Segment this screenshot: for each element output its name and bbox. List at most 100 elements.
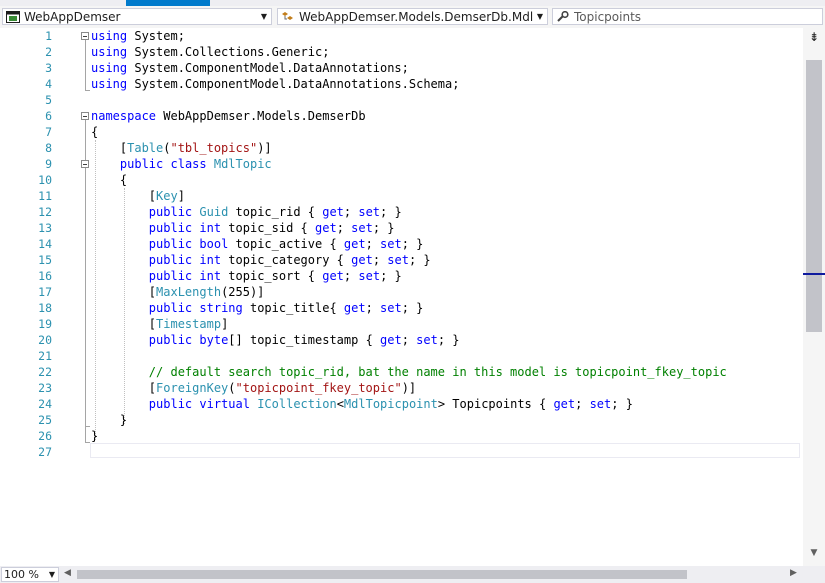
code-text[interactable]: using System; using System.Collections.Ge…: [91, 28, 727, 460]
code-token: ;: [365, 301, 381, 315]
code-line[interactable]: namespace WebAppDemser.Models.DemserDb: [91, 108, 727, 124]
scroll-left-arrow-icon[interactable]: ◀: [64, 568, 76, 580]
class-dropdown-label: WebAppDemser.Models.DemserDb.MdlTopic: [299, 9, 533, 24]
code-line[interactable]: // default search topic_rid, bat the nam…: [91, 364, 727, 380]
code-editor[interactable]: 1 2 3 4 5 6 7 8 9 10 11 12 13 14 15 16 17 18 19 20 21 22 23 24 2…: [0, 28, 803, 566]
code-line[interactable]: [MaxLength(255)]: [91, 284, 727, 300]
code-token: get: [553, 397, 576, 411]
code-token: public: [148, 269, 193, 283]
code-line[interactable]: {: [91, 172, 727, 188]
line-number: 25: [38, 413, 52, 427]
code-token: ; }: [401, 237, 424, 251]
vertical-scrollbar[interactable]: ⇟ ▼: [803, 28, 825, 566]
code-line[interactable]: public string topic_title{ get; set; }: [91, 300, 727, 316]
code-line[interactable]: public int topic_sort { get; set; }: [91, 268, 727, 284]
code-token: <: [336, 397, 344, 411]
code-line[interactable]: }: [91, 412, 727, 428]
collapse-icon[interactable]: [81, 112, 89, 120]
code-line[interactable]: using System.ComponentModel.DataAnnotati…: [91, 76, 727, 92]
code-token: bool: [199, 237, 229, 251]
zoom-level: 100 %: [4, 568, 39, 581]
code-token: public: [148, 333, 193, 347]
code-line[interactable]: [91, 92, 727, 108]
code-token: MdlTopicpoint: [343, 397, 438, 411]
code-token: class: [170, 157, 207, 171]
code-token: get: [322, 269, 344, 283]
code-line[interactable]: [91, 348, 727, 364]
code-token: get: [380, 333, 402, 347]
code-token: set: [416, 333, 438, 347]
code-line[interactable]: public bool topic_active { get; set; }: [91, 236, 727, 252]
class-icon: [282, 11, 293, 20]
scroll-right-arrow-icon[interactable]: ▶: [790, 568, 802, 580]
code-token: topic_title{: [242, 301, 344, 315]
code-token: string: [199, 301, 243, 315]
code-token: }: [91, 413, 128, 427]
code-line[interactable]: [Timestamp]: [91, 316, 727, 332]
code-line[interactable]: public int topic_category { get; set; }: [91, 252, 727, 268]
code-token: WebAppDemser.Models.DemserDb: [156, 109, 366, 123]
code-line[interactable]: using System.ComponentModel.DataAnnotati…: [91, 60, 727, 76]
code-token: ; }: [611, 397, 633, 411]
code-token: public: [148, 205, 193, 219]
code-token: ;: [372, 253, 388, 267]
code-token: ; }: [372, 221, 395, 235]
collapse-icon[interactable]: [81, 160, 89, 168]
code-token: set: [589, 397, 612, 411]
code-token: ;: [575, 397, 590, 411]
csharp-project-icon: [6, 10, 20, 23]
code-token: int: [199, 221, 222, 235]
member-dropdown-label: Topicpoints: [574, 9, 642, 24]
code-line[interactable]: [91, 444, 727, 460]
code-line[interactable]: public virtual ICollection<MdlTopicpoint…: [91, 396, 727, 412]
code-token: ; }: [380, 205, 402, 219]
code-token: ; }: [380, 269, 402, 283]
member-dropdown[interactable]: Topicpoints: [552, 8, 823, 25]
line-number: 21: [38, 349, 52, 363]
code-line[interactable]: using System;: [91, 28, 727, 44]
code-line[interactable]: [ForeignKey("topicpoint_fkey_topic")]: [91, 380, 727, 396]
outlining-margin: [78, 28, 90, 468]
code-line[interactable]: public byte[] topic_timestamp { get; set…: [91, 332, 727, 348]
code-token: ;: [343, 205, 359, 219]
project-dropdown[interactable]: WebAppDemser ▼: [2, 8, 272, 25]
code-token: System.Collections.Generic;: [127, 45, 330, 59]
split-window-icon[interactable]: ⇟: [807, 30, 821, 44]
horizontal-scroll-thumb[interactable]: [77, 570, 687, 579]
code-token: {: [91, 173, 128, 187]
vertical-scroll-thumb[interactable]: [806, 60, 822, 332]
code-line[interactable]: }: [91, 428, 727, 444]
class-dropdown[interactable]: WebAppDemser.Models.DemserDb.MdlTopic ▼: [277, 8, 548, 25]
line-number: 6: [45, 109, 52, 123]
outline-line: [85, 168, 86, 426]
code-token: virtual: [199, 397, 250, 411]
code-token: topic_sid {: [221, 221, 315, 235]
line-number: 24: [38, 397, 52, 411]
chevron-down-icon: ▼: [48, 570, 56, 579]
code-token: topic_category {: [221, 253, 352, 267]
line-number: 26: [38, 429, 52, 443]
code-line[interactable]: [Table("tbl_topics")]: [91, 140, 727, 156]
code-token: ]: [221, 317, 229, 331]
code-line[interactable]: [Key]: [91, 188, 727, 204]
code-line[interactable]: public class MdlTopic: [91, 156, 727, 172]
bottom-bar: 100 % ▼ ◀ ▶: [0, 566, 825, 583]
code-line[interactable]: {: [91, 124, 727, 140]
code-token: [] topic_timestamp {: [228, 333, 381, 347]
scroll-down-arrow-icon[interactable]: ▼: [807, 548, 821, 562]
code-line[interactable]: using System.Collections.Generic;: [91, 44, 727, 60]
collapse-icon[interactable]: [81, 32, 89, 40]
code-token: )]: [401, 381, 417, 395]
zoom-dropdown[interactable]: 100 % ▼: [1, 567, 59, 582]
code-token: Timestamp: [156, 317, 222, 331]
outline-end: [85, 90, 90, 91]
code-line[interactable]: public int topic_sid { get; set; }: [91, 220, 727, 236]
code-token: Guid: [199, 205, 229, 219]
code-line[interactable]: public Guid topic_rid { get; set; }: [91, 204, 727, 220]
code-token: ;: [365, 237, 381, 251]
